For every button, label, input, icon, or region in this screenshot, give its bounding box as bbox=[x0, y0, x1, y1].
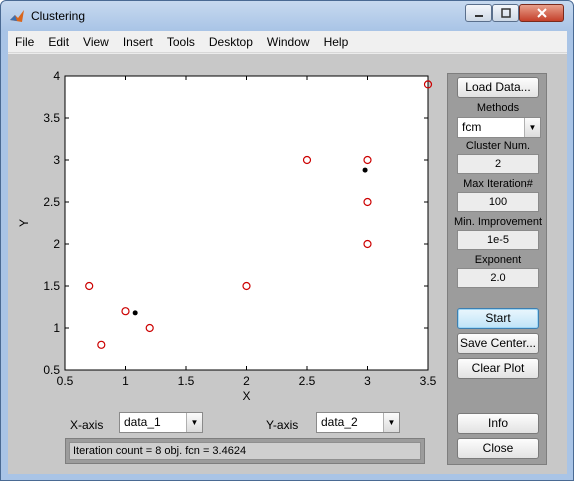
figure-content: 0.5 1 1.5 2 2.5 3 3.5 0.5 1 1.5 2 2.5 3 3.5 4 X Y X-axis… bbox=[8, 54, 567, 474]
exponent-field[interactable]: 2.0 bbox=[457, 268, 539, 288]
menu-tools[interactable]: Tools bbox=[160, 31, 202, 53]
scatter-plot[interactable]: 0.5 1 1.5 2 2.5 3 3.50.511.522.533.54XY bbox=[8, 54, 438, 434]
y-axis-select-value: data_2 bbox=[321, 415, 358, 429]
info-button[interactable]: Info bbox=[457, 413, 539, 434]
close-window-button[interactable] bbox=[519, 4, 564, 22]
menu-bar: File Edit View Insert Tools Desktop Window Help bbox=[8, 31, 567, 53]
minimize-button[interactable] bbox=[465, 4, 492, 22]
x-axis-select[interactable]: data_1 ▼ bbox=[119, 412, 203, 433]
window-title: Clustering bbox=[31, 9, 86, 23]
chevron-down-icon: ▼ bbox=[186, 413, 202, 432]
cluster-num-field[interactable]: 2 bbox=[457, 154, 539, 174]
x-axis-title: X bbox=[242, 389, 250, 403]
load-data-button[interactable]: Load Data... bbox=[457, 77, 539, 98]
max-iteration-field[interactable]: 100 bbox=[457, 192, 539, 212]
x-axis-label: X-axis bbox=[70, 418, 104, 432]
menu-file[interactable]: File bbox=[8, 31, 41, 53]
x-tick-label: 2.5 bbox=[299, 374, 316, 388]
y-axis-select[interactable]: data_2 ▼ bbox=[316, 412, 400, 433]
y-tick-label: 0.5 bbox=[43, 363, 60, 377]
x-axis-select-value: data_1 bbox=[124, 415, 161, 429]
minimize-icon bbox=[474, 15, 483, 17]
x-tick-label: 1 bbox=[122, 374, 129, 388]
y-tick-label: 3 bbox=[53, 153, 60, 167]
min-improvement-field[interactable]: 1e-5 bbox=[457, 230, 539, 250]
min-improvement-label: Min. Improvement bbox=[453, 216, 543, 228]
cluster-num-label: Cluster Num. bbox=[465, 140, 531, 152]
status-frame: Iteration count = 8 obj. fcn = 3.4624 bbox=[65, 438, 425, 464]
x-tick-label: 3 bbox=[364, 374, 371, 388]
menu-view[interactable]: View bbox=[76, 31, 116, 53]
clustering-window: Clustering File Edit View Insert Tools Deskto… bbox=[0, 0, 574, 481]
menu-edit[interactable]: Edit bbox=[41, 31, 76, 53]
max-iteration-label: Max Iteration# bbox=[463, 178, 533, 190]
menu-desktop[interactable]: Desktop bbox=[202, 31, 260, 53]
menu-insert[interactable]: Insert bbox=[116, 31, 160, 53]
client-area: File Edit View Insert Tools Desktop Window Help… bbox=[8, 31, 567, 474]
clear-plot-button[interactable]: Clear Plot bbox=[457, 358, 539, 379]
exponent-label: Exponent bbox=[474, 254, 522, 266]
status-text: Iteration count = 8 obj. fcn = 3.4624 bbox=[69, 442, 421, 460]
start-button[interactable]: Start bbox=[457, 308, 539, 329]
y-tick-label: 1.5 bbox=[43, 279, 60, 293]
y-axis-title: Y bbox=[17, 219, 31, 227]
maximize-button[interactable] bbox=[492, 4, 519, 22]
control-panel: Load Data... Methods fcm ▼ Cluster Num. … bbox=[447, 73, 547, 465]
y-tick-label: 2.5 bbox=[43, 195, 60, 209]
y-tick-label: 2 bbox=[53, 237, 60, 251]
x-tick-label: 1.5 bbox=[178, 374, 195, 388]
methods-select[interactable]: fcm ▼ bbox=[457, 117, 541, 138]
menu-window[interactable]: Window bbox=[260, 31, 317, 53]
plot-area bbox=[64, 75, 429, 371]
y-axis-label: Y-axis bbox=[266, 418, 299, 432]
maximize-icon bbox=[500, 8, 511, 18]
y-tick-label: 1 bbox=[53, 321, 60, 335]
x-tick-label: 2 bbox=[243, 374, 250, 388]
menu-help[interactable]: Help bbox=[317, 31, 356, 53]
chevron-down-icon: ▼ bbox=[383, 413, 399, 432]
methods-label: Methods bbox=[476, 102, 520, 114]
cluster-center bbox=[132, 310, 138, 316]
chevron-down-icon: ▼ bbox=[524, 118, 540, 137]
matlab-icon bbox=[10, 10, 24, 22]
close-button[interactable]: Close bbox=[457, 438, 539, 459]
y-tick-label: 4 bbox=[53, 69, 60, 83]
title-bar: Clustering bbox=[1, 1, 573, 31]
y-tick-label: 3.5 bbox=[43, 111, 60, 125]
methods-select-value: fcm bbox=[462, 120, 482, 134]
x-tick-label: 3.5 bbox=[420, 374, 437, 388]
save-center-button[interactable]: Save Center... bbox=[457, 333, 539, 354]
cluster-center bbox=[362, 167, 368, 173]
close-icon bbox=[536, 8, 547, 18]
